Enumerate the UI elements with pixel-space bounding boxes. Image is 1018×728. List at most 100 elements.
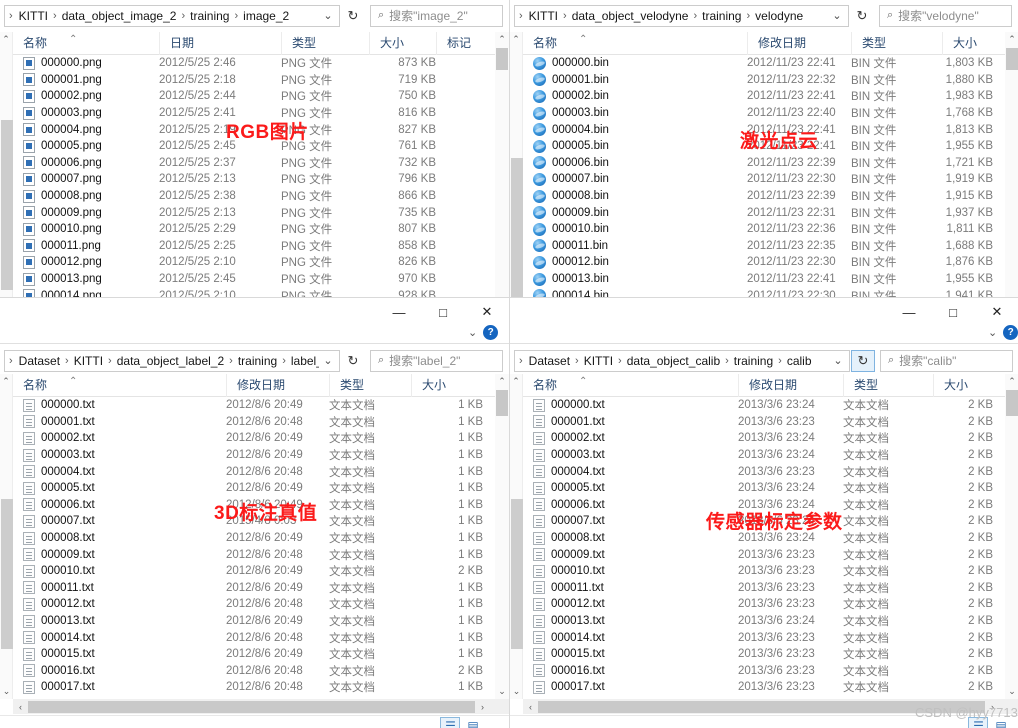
file-list-scrollbar-image-2[interactable]: ⌃ bbox=[495, 32, 509, 310]
file-name-cell[interactable]: 000015.txt bbox=[13, 647, 226, 661]
table-row[interactable]: 000001.txt 2013/3/6 23:23 文本文档 2 KB bbox=[523, 414, 1005, 431]
address-bar-calib[interactable]: › Dataset › KITTI › data_object_calib › … bbox=[514, 349, 850, 372]
breadcrumb-item-2[interactable]: training bbox=[698, 9, 745, 23]
column-header-date[interactable]: 修改日期 bbox=[738, 373, 843, 397]
scroll-up-arrow-icon[interactable]: ⌃ bbox=[510, 32, 522, 47]
scroll-down-arrow-icon[interactable]: ⌄ bbox=[510, 684, 523, 699]
file-name-cell[interactable]: 000001.bin bbox=[523, 73, 747, 87]
column-header-type[interactable]: 类型 bbox=[281, 31, 369, 55]
file-name-cell[interactable]: 000004.txt bbox=[13, 465, 226, 479]
breadcrumb-item-2[interactable]: training bbox=[186, 9, 233, 23]
table-row[interactable]: 000012.txt 2012/8/6 20:48 文本文档 1 KB bbox=[13, 596, 495, 613]
file-name-cell[interactable]: 000009.txt bbox=[523, 548, 738, 562]
chevron-down-icon[interactable]: ⌄ bbox=[319, 9, 337, 22]
table-row[interactable]: 000012.txt 2013/3/6 23:23 文本文档 2 KB bbox=[523, 596, 1005, 613]
file-name-cell[interactable]: 000003.txt bbox=[523, 448, 738, 462]
file-name-cell[interactable]: 000013.bin bbox=[523, 272, 747, 286]
minimize-button-calib[interactable]: — bbox=[887, 298, 931, 326]
table-row[interactable]: 000016.txt 2012/8/6 20:48 文本文档 2 KB bbox=[13, 663, 495, 680]
hscroll-thumb-label-2[interactable] bbox=[28, 700, 475, 713]
file-name-cell[interactable]: 000005.txt bbox=[523, 481, 738, 495]
column-header-date[interactable]: 日期 bbox=[159, 31, 281, 55]
help-icon[interactable]: ? bbox=[1003, 325, 1018, 340]
table-row[interactable]: 000006.png 2012/5/25 2:37 PNG 文件 732 KB bbox=[13, 155, 495, 172]
file-name-cell[interactable]: 000003.txt bbox=[13, 448, 226, 462]
nav-pane-scroll-thumb[interactable] bbox=[1, 499, 13, 649]
file-name-cell[interactable]: 000002.png bbox=[13, 89, 159, 103]
table-row[interactable]: 000011.bin 2012/11/23 22:35 BIN 文件 1,688 KB bbox=[523, 238, 1005, 255]
search-box-label-2[interactable]: ⌕ 搜索"label_2" bbox=[370, 349, 503, 372]
table-row[interactable]: 000017.txt 2013/3/6 23:23 文本文档 2 KB bbox=[523, 679, 1005, 695]
view-tiles-button-label-2[interactable]: ▤ bbox=[463, 717, 483, 728]
file-name-cell[interactable]: 000012.txt bbox=[13, 597, 226, 611]
nav-pane-scroll-thumb[interactable] bbox=[511, 499, 523, 649]
table-row[interactable]: 000011.txt 2013/3/6 23:23 文本文档 2 KB bbox=[523, 580, 1005, 597]
table-row[interactable]: 000007.bin 2012/11/23 22:30 BIN 文件 1,919 KB bbox=[523, 171, 1005, 188]
file-list-hscrollbar-label-2[interactable]: ‹ › bbox=[13, 699, 509, 714]
nav-pane-scrollbar-calib[interactable]: ⌃ ⌄ bbox=[510, 374, 523, 699]
file-name-cell[interactable]: 000005.png bbox=[13, 139, 159, 153]
file-name-cell[interactable]: 000017.txt bbox=[523, 680, 738, 694]
table-row[interactable]: 000013.png 2012/5/25 2:45 PNG 文件 970 KB bbox=[13, 271, 495, 288]
file-name-cell[interactable]: 000002.txt bbox=[13, 431, 226, 445]
column-header-date[interactable]: 修改日期 bbox=[226, 373, 329, 397]
file-list-calib[interactable]: 000000.txt 2013/3/6 23:24 文本文档 2 KB 000001.t… bbox=[523, 397, 1005, 695]
table-row[interactable]: 000016.txt 2013/3/6 23:23 文本文档 2 KB bbox=[523, 663, 1005, 680]
file-name-cell[interactable]: 000006.bin bbox=[523, 156, 747, 170]
file-list-scrollbar-label-2[interactable]: ⌃ ⌄ bbox=[495, 374, 509, 699]
scroll-up-arrow-icon[interactable]: ⌃ bbox=[1005, 32, 1018, 47]
table-row[interactable]: 000000.bin 2012/11/23 22:41 BIN 文件 1,803 KB bbox=[523, 55, 1005, 72]
file-name-cell[interactable]: 000004.bin bbox=[523, 123, 747, 137]
file-name-cell[interactable]: 000001.txt bbox=[13, 415, 226, 429]
table-row[interactable]: 000000.png 2012/5/25 2:46 PNG 文件 873 KB bbox=[13, 55, 495, 72]
address-bar-velodyne[interactable]: › KITTI › data_object_velodyne › trainin… bbox=[514, 4, 849, 27]
breadcrumb-item-2[interactable]: data_object_label_2 bbox=[113, 354, 228, 368]
nav-pane-scrollbar-image-2[interactable]: ⌃ bbox=[0, 32, 13, 310]
file-name-cell[interactable]: 000014.txt bbox=[523, 631, 738, 645]
file-name-cell[interactable]: 000011.bin bbox=[523, 239, 747, 253]
scroll-down-arrow-icon[interactable]: ⌄ bbox=[0, 684, 13, 699]
table-row[interactable]: 000014.txt 2013/3/6 23:23 文本文档 2 KB bbox=[523, 629, 1005, 646]
refresh-button-image-2[interactable]: ↻ bbox=[341, 5, 365, 27]
breadcrumb-velodyne[interactable]: › KITTI › data_object_velodyne › trainin… bbox=[519, 9, 828, 23]
scroll-up-arrow-icon[interactable]: ⌃ bbox=[0, 374, 12, 389]
breadcrumb-item-0[interactable]: Dataset bbox=[15, 354, 64, 368]
nav-pane-scroll-thumb[interactable] bbox=[511, 158, 523, 308]
table-row[interactable]: 000013.txt 2012/8/6 20:49 文本文档 1 KB bbox=[13, 613, 495, 630]
file-list-scrollbar-velodyne[interactable]: ⌃ bbox=[1005, 32, 1018, 310]
table-row[interactable]: 000011.png 2012/5/25 2:25 PNG 文件 858 KB bbox=[13, 238, 495, 255]
breadcrumb-item-1[interactable]: KITTI bbox=[580, 354, 617, 368]
column-header-size[interactable]: 大小 bbox=[369, 31, 436, 55]
search-box-image-2[interactable]: ⌕ 搜索"image_2" bbox=[370, 4, 503, 27]
file-name-cell[interactable]: 000012.png bbox=[13, 255, 159, 269]
table-row[interactable]: 000008.bin 2012/11/23 22:39 BIN 文件 1,915 KB bbox=[523, 188, 1005, 205]
file-list-velodyne[interactable]: 000000.bin 2012/11/23 22:41 BIN 文件 1,803 KB… bbox=[523, 55, 1005, 307]
address-bar-label-2[interactable]: › Dataset › KITTI › data_object_label_2 … bbox=[4, 349, 340, 372]
table-row[interactable]: 000009.bin 2012/11/23 22:31 BIN 文件 1,937 KB bbox=[523, 204, 1005, 221]
breadcrumb-item-2[interactable]: data_object_calib bbox=[623, 354, 724, 368]
help-icon[interactable]: ? bbox=[483, 325, 499, 340]
file-name-cell[interactable]: 000004.txt bbox=[523, 465, 738, 479]
nav-pane-scroll-thumb[interactable] bbox=[1, 120, 13, 290]
table-row[interactable]: 000003.txt 2013/3/6 23:24 文本文档 2 KB bbox=[523, 447, 1005, 464]
file-list-scroll-thumb[interactable] bbox=[496, 390, 508, 416]
scroll-up-arrow-icon[interactable]: ⌃ bbox=[495, 374, 509, 389]
table-row[interactable]: 000002.bin 2012/11/23 22:41 BIN 文件 1,983 KB bbox=[523, 88, 1005, 105]
file-name-cell[interactable]: 000010.bin bbox=[523, 222, 747, 236]
file-name-cell[interactable]: 000002.txt bbox=[523, 431, 738, 445]
chevron-down-icon[interactable]: ⌄ bbox=[988, 326, 997, 339]
file-name-cell[interactable]: 000013.txt bbox=[523, 614, 738, 628]
file-list-scrollbar-calib[interactable]: ⌃ ⌄ bbox=[1005, 374, 1018, 699]
file-name-cell[interactable]: 000012.bin bbox=[523, 255, 747, 269]
nav-pane-scrollbar-velodyne[interactable]: ⌃ bbox=[510, 32, 523, 310]
scroll-down-arrow-icon[interactable]: ⌄ bbox=[1005, 684, 1018, 699]
file-name-cell[interactable]: 000011.txt bbox=[523, 581, 738, 595]
chevron-down-icon[interactable]: ⌄ bbox=[468, 326, 477, 339]
close-button-calib[interactable]: ✕ bbox=[975, 298, 1018, 326]
table-row[interactable]: 000001.txt 2012/8/6 20:48 文本文档 1 KB bbox=[13, 414, 495, 431]
table-row[interactable]: 000005.txt 2012/8/6 20:49 文本文档 1 KB bbox=[13, 480, 495, 497]
table-row[interactable]: 000004.txt 2013/3/6 23:23 文本文档 2 KB bbox=[523, 463, 1005, 480]
scroll-up-arrow-icon[interactable]: ⌃ bbox=[0, 32, 12, 47]
file-name-cell[interactable]: 000004.png bbox=[13, 123, 159, 137]
table-row[interactable]: 000009.png 2012/5/25 2:13 PNG 文件 735 KB bbox=[13, 204, 495, 221]
